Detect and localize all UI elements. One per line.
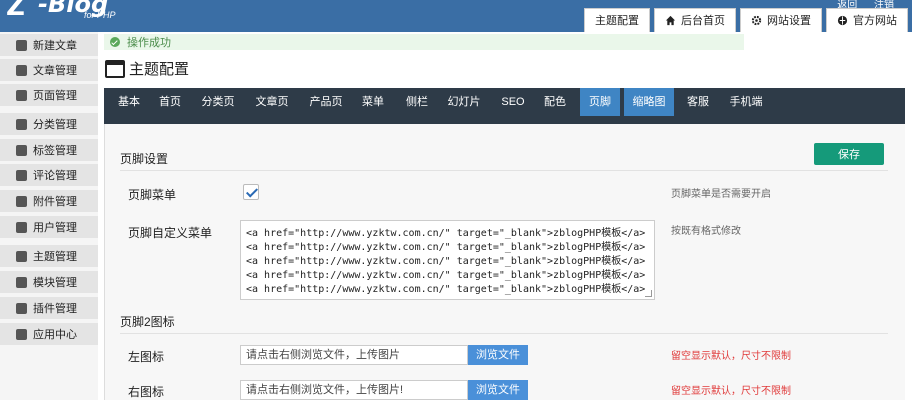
comment-icon	[16, 169, 27, 181]
tab-menu[interactable]: 菜单	[358, 88, 388, 116]
check-circle-icon	[110, 37, 120, 47]
success-alert-text: 操作成功	[127, 37, 171, 49]
footer-menu-label: 页脚菜单	[128, 188, 177, 202]
theme-icon	[16, 250, 27, 262]
sidebar-item-label: 主题管理	[33, 251, 77, 263]
edit-icon	[16, 39, 27, 51]
logo: Z -Blog for PHP	[0, 0, 140, 24]
tab-basic[interactable]: 基本	[110, 88, 148, 116]
sidebar-item-tags[interactable]: 标签管理	[0, 139, 98, 161]
sidebar-item-app-center[interactable]: 应用中心	[0, 323, 98, 345]
attachment-icon	[16, 195, 27, 207]
plugin-icon	[16, 302, 27, 314]
success-alert: 操作成功	[104, 34, 744, 50]
sidebar-item-label: 页面管理	[33, 90, 77, 102]
nav-official-site[interactable]: 官方网站	[826, 8, 908, 32]
tab-thumbnail[interactable]: 缩略图	[624, 88, 674, 116]
gear-icon	[751, 15, 762, 26]
sidebar-item-label: 文章管理	[33, 65, 77, 77]
tab-mobile[interactable]: 手机端	[726, 88, 766, 116]
home-icon	[665, 15, 676, 26]
logo-sub: for PHP	[84, 10, 116, 20]
sidebar-item-label: 插件管理	[33, 303, 77, 315]
left-icon-input[interactable]: 请点击右侧浏览文件，上传图片	[240, 345, 468, 365]
config-tabs: 基本 首页 分类页 文章页 产品页 菜单 侧栏 幻灯片 SEO 配色 页脚 缩略…	[104, 88, 905, 124]
users-icon	[16, 221, 27, 233]
sidebar-item-pages[interactable]: 页面管理	[0, 84, 98, 106]
sidebar-item-users[interactable]: 用户管理	[0, 216, 98, 238]
tab-colors[interactable]: 配色	[540, 88, 570, 116]
tab-footer[interactable]: 页脚	[580, 88, 620, 116]
nav-official-site-label: 官方网站	[853, 14, 897, 27]
nav-theme-config-label: 主题配置	[595, 14, 639, 27]
page-title-text: 主题配置	[129, 61, 190, 78]
article-icon	[16, 64, 27, 76]
left-icon-desc: 留空显示默认，尺寸不限制	[671, 351, 791, 362]
left-icon-label: 左图标	[128, 350, 165, 364]
custom-menu-desc: 按既有格式修改	[671, 226, 741, 237]
custom-menu-label: 页脚自定义菜单	[128, 226, 213, 240]
tab-category-page[interactable]: 分类页	[198, 88, 238, 116]
footer2-section-title: 页脚2图标	[120, 315, 175, 329]
sidebar-item-label: 用户管理	[33, 222, 77, 234]
tab-home[interactable]: 首页	[152, 88, 188, 116]
sidebar: 新建文章 文章管理 页面管理 分类管理 标签管理 评论管理 附件管理 用户管理 …	[0, 32, 98, 400]
section-divider	[120, 170, 888, 171]
left-icon-browse-button[interactable]: 浏览文件	[468, 345, 528, 365]
page-title: 主题配置	[105, 58, 189, 79]
app-center-icon	[16, 328, 27, 340]
sidebar-item-articles[interactable]: 文章管理	[0, 59, 98, 81]
right-icon-input[interactable]: 请点击右侧浏览文件，上传图片!	[240, 380, 468, 400]
tab-customer-service[interactable]: 客服	[680, 88, 716, 116]
sidebar-item-label: 评论管理	[33, 170, 77, 182]
right-icon-desc: 留空显示默认，尺寸不限制	[671, 386, 791, 397]
tab-seo[interactable]: SEO	[498, 88, 528, 116]
folder-icon	[16, 118, 27, 130]
sidebar-item-modules[interactable]: 模块管理	[0, 271, 98, 293]
sidebar-item-themes[interactable]: 主题管理	[0, 245, 98, 267]
nav-theme-config[interactable]: 主题配置	[584, 8, 650, 32]
sidebar-item-label: 分类管理	[33, 119, 77, 131]
footer-section-title: 页脚设置	[120, 152, 169, 166]
window-icon	[105, 59, 125, 78]
globe-icon	[837, 15, 848, 26]
custom-menu-textarea[interactable]: <a href="http://www.yzktw.com.cn/" targe…	[240, 220, 655, 300]
sidebar-item-label: 附件管理	[33, 196, 77, 208]
sidebar-item-comments[interactable]: 评论管理	[0, 164, 98, 186]
sidebar-item-label: 应用中心	[33, 329, 77, 341]
custom-menu-value: <a href="http://www.yzktw.com.cn/" targe…	[246, 228, 646, 295]
sidebar-item-new-article[interactable]: 新建文章	[0, 34, 98, 56]
nav-site-settings-label: 网站设置	[767, 14, 811, 27]
nav-admin-home[interactable]: 后台首页	[654, 8, 736, 32]
right-icon-browse-button[interactable]: 浏览文件	[468, 380, 528, 400]
resize-grip-icon[interactable]	[645, 290, 652, 297]
page-icon	[16, 89, 27, 101]
module-icon	[16, 276, 27, 288]
footer-menu-checkbox[interactable]	[243, 184, 259, 200]
tab-product-page[interactable]: 产品页	[306, 88, 346, 116]
nav-admin-home-label: 后台首页	[681, 14, 725, 27]
footer-menu-desc: 页脚菜单是否需要开启	[671, 189, 771, 200]
sidebar-item-label: 模块管理	[33, 277, 77, 289]
logo-mark: Z	[6, 0, 25, 22]
nav-site-settings[interactable]: 网站设置	[740, 8, 822, 32]
tab-sidebar[interactable]: 侧栏	[402, 88, 432, 116]
sidebar-item-attachments[interactable]: 附件管理	[0, 190, 98, 212]
sidebar-item-label: 标签管理	[33, 145, 77, 157]
top-nav: 主题配置 后台首页 网站设置 官方网站	[584, 8, 908, 32]
sidebar-item-plugins[interactable]: 插件管理	[0, 297, 98, 319]
tag-icon	[16, 144, 27, 156]
sidebar-item-categories[interactable]: 分类管理	[0, 113, 98, 135]
tab-slideshow[interactable]: 幻灯片	[444, 88, 484, 116]
section-divider	[120, 333, 888, 334]
sidebar-item-label: 新建文章	[33, 40, 77, 52]
tab-article-page[interactable]: 文章页	[252, 88, 292, 116]
top-bar: Z -Blog for PHP 返回 注销 主题配置 后台首页 网站设置 官方网…	[0, 0, 912, 32]
right-icon-label: 右图标	[128, 385, 165, 399]
save-button[interactable]: 保存	[814, 143, 884, 165]
